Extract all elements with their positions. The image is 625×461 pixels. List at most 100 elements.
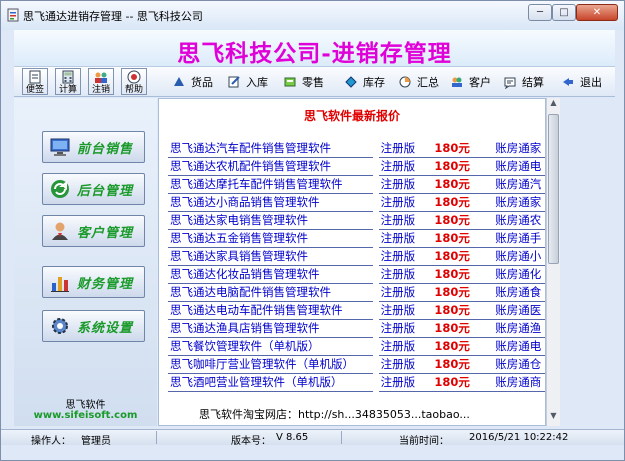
edition-link[interactable]: 注册版 — [378, 229, 433, 248]
price-list-panel: 思飞软件最新报价 思飞通达汽车配件销售管理软件 注册版 180元 账房通家 思飞通达农机… — [158, 98, 546, 426]
related-product-link[interactable]: 账房通汽 — [493, 175, 545, 194]
related-product-link[interactable]: 账房通化 — [493, 265, 545, 284]
product-name-link[interactable]: 思飞通达家电销售管理软件 — [168, 211, 374, 230]
edition-link[interactable]: 注册版 — [378, 157, 433, 176]
tool-stock-in[interactable]: 入库 — [227, 74, 268, 90]
shop-link[interactable]: 思飞软件淘宝网店：http://sh...34835053...taobao..… — [199, 406, 539, 422]
tool-settlement[interactable]: 结算 — [503, 74, 544, 90]
price-cell: 180元 — [432, 265, 494, 284]
maximize-icon: □ — [559, 7, 569, 18]
sidebar-item-label: 系统设置 — [77, 320, 134, 336]
edition-link[interactable]: 注册版 — [378, 355, 433, 374]
close-button[interactable]: ✕ — [576, 4, 618, 21]
scroll-up-icon[interactable]: ▲ — [547, 98, 560, 112]
tool-summary[interactable]: 汇总 — [398, 74, 439, 90]
help-icon — [127, 70, 141, 84]
status-separator — [156, 431, 157, 444]
sidebar-item-front-sales[interactable]: 前台销售 — [42, 131, 145, 163]
table-row: 思飞通达摩托车配件销售管理软件 注册版 180元 账房通汽 — [168, 175, 545, 194]
quick-button-calculator[interactable]: 计算 — [55, 68, 81, 95]
edition-link[interactable]: 注册版 — [378, 175, 433, 194]
tool-label: 汇总 — [417, 76, 439, 89]
product-name-link[interactable]: 思飞通达汽车配件销售管理软件 — [168, 139, 374, 158]
operator-value: 管理员 — [81, 436, 111, 447]
minimize-button[interactable]: ─ — [528, 4, 552, 21]
sidebar-item-label: 前台销售 — [77, 141, 134, 157]
price-cell: 180元 — [432, 175, 494, 194]
price-cell: 180元 — [432, 373, 494, 392]
related-product-link[interactable]: 账房通农 — [493, 211, 545, 230]
tool-inventory[interactable]: 库存 — [344, 74, 385, 90]
banner: 思飞科技公司-进销存管理 — [14, 30, 615, 67]
title-bar[interactable]: 思飞通达进销存管理 -- 思飞科技公司 ─ □ ✕ — [1, 1, 624, 30]
related-product-link[interactable]: 账房通仓 — [493, 355, 545, 374]
edition-link[interactable]: 注册版 — [378, 247, 433, 266]
maximize-button[interactable]: □ — [552, 4, 576, 21]
product-name-link[interactable]: 思飞酒吧营业管理软件（单机版） — [168, 373, 374, 392]
edition-link[interactable]: 注册版 — [378, 211, 433, 230]
notepad-icon — [29, 70, 41, 84]
tool-goods[interactable]: 货品 — [172, 74, 213, 90]
tool-exit[interactable]: 退出 — [561, 74, 602, 90]
product-name-link[interactable]: 思飞通达家具销售管理软件 — [168, 247, 374, 266]
version-label: 版本号： — [231, 436, 271, 447]
product-name-link[interactable]: 思飞通达渔具店销售管理软件 — [168, 319, 374, 338]
product-name-link[interactable]: 思飞通达农机配件销售管理软件 — [168, 157, 374, 176]
sidebar-item-settings[interactable]: 系统设置 — [42, 310, 145, 342]
edition-link[interactable]: 注册版 — [378, 319, 433, 338]
product-name-link[interactable]: 思飞咖啡厅营业管理软件（单机版） — [168, 355, 374, 374]
product-name-link[interactable]: 思飞餐饮管理软件（单机版） — [168, 337, 374, 356]
product-name-link[interactable]: 思飞通达化妆品销售管理软件 — [168, 265, 374, 284]
quick-button-logout[interactable]: 注销 — [88, 68, 114, 95]
quick-button-help[interactable]: 帮助 — [121, 68, 147, 95]
main-window: 思飞通达进销存管理 -- 思飞科技公司 ─ □ ✕ 思飞科技公司-进销存管理 便… — [0, 0, 625, 461]
scroll-thumb[interactable] — [548, 114, 559, 264]
related-product-link[interactable]: 账房通手 — [493, 229, 545, 248]
related-product-link[interactable]: 账房通电 — [493, 157, 545, 176]
table-row: 思飞通达五金销售管理软件 注册版 180元 账房通手 — [168, 229, 545, 248]
related-product-link[interactable]: 账房通家 — [493, 193, 545, 212]
tool-label: 库存 — [363, 76, 385, 89]
price-cell: 180元 — [432, 193, 494, 212]
product-name-link[interactable]: 思飞通达五金销售管理软件 — [168, 229, 374, 248]
exit-icon — [563, 78, 573, 86]
sidebar-item-customers[interactable]: 客户管理 — [42, 215, 145, 247]
related-product-link[interactable]: 账房通食 — [493, 283, 545, 302]
vertical-scrollbar[interactable]: ▲ ▼ — [546, 98, 560, 426]
price-table: 思飞通达汽车配件销售管理软件 注册版 180元 账房通家 思飞通达农机配件销售管理软件注… — [168, 139, 545, 392]
tool-label: 结算 — [522, 76, 544, 89]
scroll-down-icon[interactable]: ▼ — [547, 411, 560, 425]
tool-retail[interactable]: 零售 — [283, 74, 324, 90]
edition-link[interactable]: 注册版 — [378, 337, 433, 356]
edition-link[interactable]: 注册版 — [378, 373, 433, 392]
price-cell: 180元 — [432, 337, 494, 356]
edition-link[interactable]: 注册版 — [378, 265, 433, 284]
quick-button-notes[interactable]: 便签 — [22, 68, 48, 95]
edition-link[interactable]: 注册版 — [378, 193, 433, 212]
related-product-link[interactable]: 账房通渔 — [493, 319, 545, 338]
sidebar: 前台销售 后台管理 客户管理 财务管理 系统设置 思飞软件 www.sifeis… — [14, 98, 157, 426]
edition-link[interactable]: 注册版 — [378, 139, 433, 158]
edition-link[interactable]: 注册版 — [378, 283, 433, 302]
related-product-link[interactable]: 账房通医 — [493, 301, 545, 320]
sidebar-item-finance[interactable]: 财务管理 — [42, 266, 145, 298]
related-product-link[interactable]: 账房通小 — [493, 247, 545, 266]
sidebar-item-back-office[interactable]: 后台管理 — [42, 173, 145, 205]
brand-name: 思飞软件 — [65, 400, 106, 411]
price-list-title: 思飞软件最新报价 — [303, 109, 400, 123]
product-name-link[interactable]: 思飞通达摩托车配件销售管理软件 — [168, 175, 374, 194]
brand-url[interactable]: www.sifeisoft.com — [14, 410, 157, 421]
calculator-icon — [62, 70, 74, 84]
product-name-link[interactable]: 思飞通达小商品销售管理软件 — [168, 193, 374, 212]
product-name-link[interactable]: 思飞通达电动车配件销售管理软件 — [168, 301, 374, 320]
status-bar: 操作人： 管理员 版本号： V 8.65 当前时间： 2016/5/21 10:… — [1, 429, 624, 447]
related-product-link[interactable]: 账房通家 — [493, 139, 545, 158]
tool-label: 入库 — [246, 76, 268, 89]
related-product-link[interactable]: 账房通商 — [493, 373, 545, 392]
edition-link[interactable]: 注册版 — [378, 301, 433, 320]
table-row: 思飞餐饮管理软件（单机版） 注册版 180元 账房通电 — [168, 337, 545, 356]
tool-customer[interactable]: 客户 — [450, 74, 491, 90]
price-cell: 180元 — [432, 229, 494, 248]
related-product-link[interactable]: 账房通电 — [493, 337, 545, 356]
product-name-link[interactable]: 思飞通达电脑配件销售管理软件 — [168, 283, 374, 302]
